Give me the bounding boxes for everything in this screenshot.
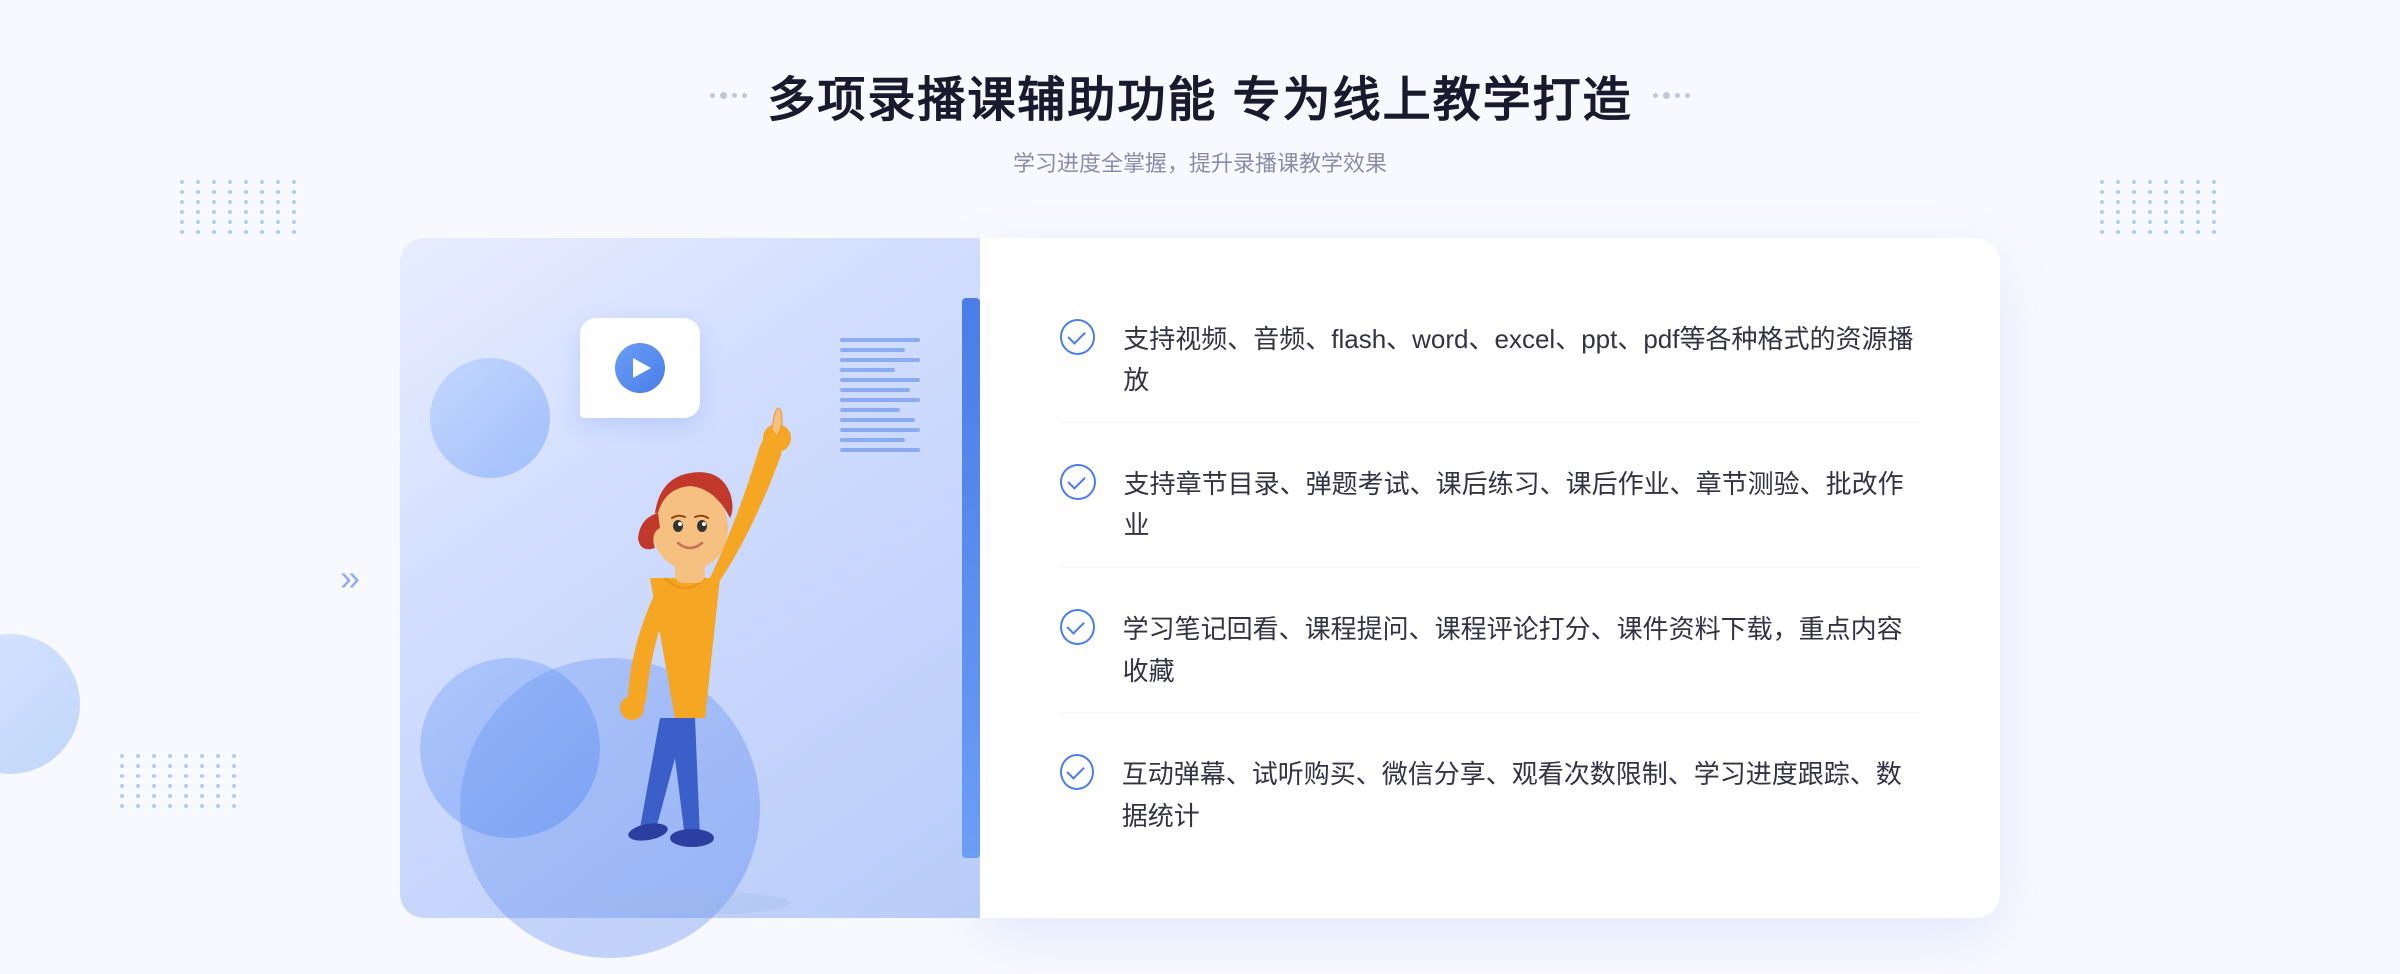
page-container: 多项录播课辅助功能 专为线上教学打造 学习进度全掌握，提升录播课教学效果 » [0,0,2400,974]
feature-text-2: 支持章节目录、弹题考试、课后练习、课后作业、章节测验、批改作业 [1124,464,1920,547]
left-arrow-decoration: » [340,557,360,599]
dot-pattern-left-top [180,180,300,280]
feature-item-3: 学习笔记回看、课程提问、课程评论打分、课件资料下载，重点内容收藏 [1060,589,1920,713]
feature-text-3: 学习笔记回看、课程提问、课程评论打分、课件资料下载，重点内容收藏 [1123,609,1920,692]
feature-item-1: 支持视频、音频、flash、word、excel、ppt、pdf等各种格式的资源… [1060,299,1920,423]
page-subtitle: 学习进度全掌握，提升录播课教学效果 [710,146,1689,178]
header-section: 多项录播课辅助功能 专为线上教学打造 学习进度全掌握，提升录播课教学效果 [710,60,1689,178]
header-decorators: 多项录播课辅助功能 专为线上教学打造 [710,60,1689,130]
person-illustration [520,338,860,918]
dot-pattern-right-top [2100,180,2220,280]
decorator-dots-right [1653,92,1690,99]
feature-item-2: 支持章节目录、弹题考试、课后练习、课后作业、章节测验、批改作业 [1060,444,1920,568]
content-area: » [400,238,2000,918]
illustration-bg [400,238,980,918]
blue-bar-decoration [962,298,980,858]
check-icon-1 [1060,319,1095,355]
check-icon-2 [1060,464,1096,500]
feature-item-4: 互动弹幕、试听购买、微信分享、观看次数限制、学习进度跟踪、数据统计 [1060,734,1920,857]
check-icon-3 [1060,609,1095,645]
feature-text-4: 互动弹幕、试听购买、微信分享、观看次数限制、学习进度跟踪、数据统计 [1122,754,1920,837]
dot-pattern-left-bottom [120,754,240,854]
right-panel: 支持视频、音频、flash、word、excel、ppt、pdf等各种格式的资源… [980,238,2000,918]
feature-text-1: 支持视频、音频、flash、word、excel、ppt、pdf等各种格式的资源… [1123,319,1920,402]
page-title: 多项录播课辅助功能 专为线上教学打造 [767,60,1632,130]
check-icon-4 [1060,754,1094,790]
left-panel: » [400,238,980,918]
side-circle-decoration [0,634,80,774]
decorator-dots-left [710,92,747,99]
